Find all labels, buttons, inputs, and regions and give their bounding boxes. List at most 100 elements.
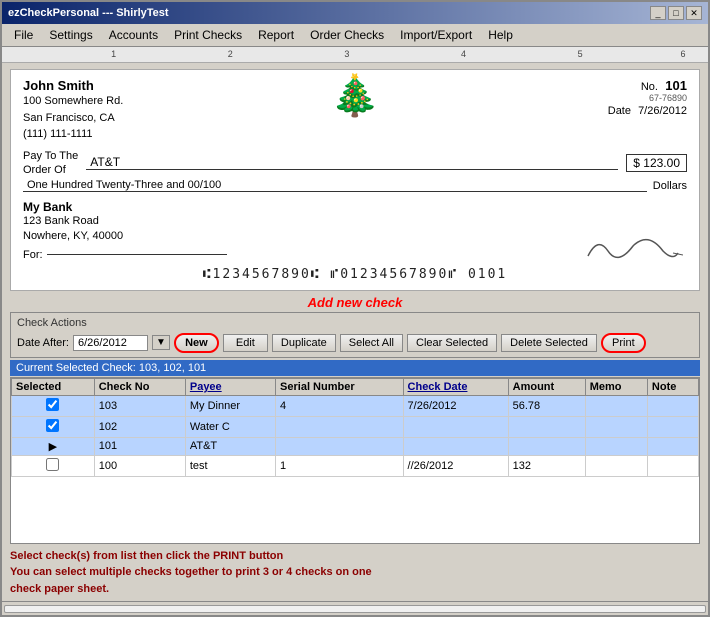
check-display: 🎄 John Smith 100 Somewhere Rd. San Franc… <box>10 69 700 291</box>
check-no-section: No. 101 67-76890 Date 7/26/2012 <box>608 78 687 143</box>
row-check-no: 101 <box>94 437 185 455</box>
row-arrow-cell: ▶ <box>12 437 95 455</box>
clear-selected-button[interactable]: Clear Selected <box>407 334 497 352</box>
row-note <box>647 395 698 416</box>
menu-report[interactable]: Report <box>250 26 302 44</box>
col-payee[interactable]: Payee <box>185 378 275 395</box>
table-row: 103 My Dinner 4 7/26/2012 56.78 <box>12 395 699 416</box>
pay-to-row: Pay To The Order Of AT&T $ 123.00 <box>23 149 687 178</box>
date-dropdown-btn[interactable]: ▼ <box>152 335 170 350</box>
row-note <box>647 416 698 437</box>
row-amount <box>508 437 585 455</box>
menu-help[interactable]: Help <box>480 26 521 44</box>
row-amount: 56.78 <box>508 395 585 416</box>
row-note <box>647 455 698 476</box>
row-memo <box>585 395 647 416</box>
add-new-check-label: Add new check <box>308 295 403 310</box>
check-actions-title: Check Actions <box>17 317 693 329</box>
check-name: John Smith <box>23 78 123 93</box>
row-payee: Water C <box>185 416 275 437</box>
row-date: 7/26/2012 <box>403 395 508 416</box>
check-amount: $ 123.00 <box>626 154 687 172</box>
ruler: 1 2 3 4 5 6 <box>2 47 708 63</box>
row-checkbox[interactable] <box>12 455 95 476</box>
check-address: 100 Somewhere Rd. San Francisco, CA (111… <box>23 93 123 143</box>
row-serial <box>276 437 404 455</box>
row-checkbox[interactable] <box>12 395 95 416</box>
delete-selected-button[interactable]: Delete Selected <box>501 334 597 352</box>
amount-words: One Hundred Twenty-Three and 00/100 <box>23 179 647 192</box>
signature-area <box>583 231 683 272</box>
check-owner: John Smith 100 Somewhere Rd. San Francis… <box>23 78 123 143</box>
row-check-no: 100 <box>94 455 185 476</box>
new-button[interactable]: New <box>174 333 219 353</box>
dollars-label: Dollars <box>653 180 687 192</box>
check-micr-id: 67-76890 <box>608 93 687 103</box>
menu-accounts[interactable]: Accounts <box>101 26 166 44</box>
row-payee: My Dinner <box>185 395 275 416</box>
print-button[interactable]: Print <box>601 333 646 353</box>
payee-line: AT&T <box>86 155 618 170</box>
window-title: ezCheckPersonal --- ShirlyTest <box>8 7 169 19</box>
date-after-input[interactable] <box>73 335 148 351</box>
date-after-label: Date After: <box>17 337 69 349</box>
close-button[interactable]: ✕ <box>686 6 702 20</box>
menu-import-export[interactable]: Import/Export <box>392 26 480 44</box>
checks-table: Selected Check No Payee Serial Number Ch… <box>11 378 699 477</box>
menu-settings[interactable]: Settings <box>41 26 100 44</box>
horizontal-scrollbar[interactable] <box>2 601 708 615</box>
checks-table-wrapper: Selected Check No Payee Serial Number Ch… <box>10 377 700 544</box>
bank-section: My Bank 123 Bank Road Nowhere, KY, 40000… <box>23 200 227 261</box>
restore-button[interactable]: □ <box>668 6 684 20</box>
menu-order-checks[interactable]: Order Checks <box>302 26 392 44</box>
for-line <box>47 254 227 255</box>
check-actions-section: Check Actions Date After: ▼ New Edit Dup… <box>10 312 700 358</box>
row-amount: 132 <box>508 455 585 476</box>
row-serial <box>276 416 404 437</box>
row-checkbox[interactable] <box>12 416 95 437</box>
select-all-button[interactable]: Select All <box>340 334 403 352</box>
row-amount <box>508 416 585 437</box>
check-decoration: 🎄 <box>330 76 380 116</box>
row-memo <box>585 437 647 455</box>
bottom-note: Select check(s) from list then click the… <box>2 544 708 602</box>
for-row: For: <box>23 249 227 261</box>
bank-address: 123 Bank Road Nowhere, KY, 40000 <box>23 214 227 245</box>
title-bar: ezCheckPersonal --- ShirlyTest _ □ ✕ <box>2 2 708 24</box>
col-check-no[interactable]: Check No <box>94 378 185 395</box>
row-payee: test <box>185 455 275 476</box>
col-note[interactable]: Note <box>647 378 698 395</box>
amount-words-row: One Hundred Twenty-Three and 00/100 Doll… <box>23 179 687 192</box>
col-amount[interactable]: Amount <box>508 378 585 395</box>
current-selected-bar: Current Selected Check: 103, 102, 101 <box>10 360 700 376</box>
title-bar-buttons: _ □ ✕ <box>650 6 702 20</box>
scrollbar-track[interactable] <box>4 605 706 613</box>
table-row: 100 test 1 //26/2012 132 <box>12 455 699 476</box>
row-serial: 1 <box>276 455 404 476</box>
row-memo <box>585 455 647 476</box>
col-memo[interactable]: Memo <box>585 378 647 395</box>
check-date-section: Date 7/26/2012 <box>608 105 687 117</box>
main-content: 🎄 John Smith 100 Somewhere Rd. San Franc… <box>2 63 708 615</box>
edit-button[interactable]: Edit <box>223 334 268 352</box>
row-payee: AT&T <box>185 437 275 455</box>
row-memo <box>585 416 647 437</box>
table-row: 102 Water C <box>12 416 699 437</box>
menu-print-checks[interactable]: Print Checks <box>166 26 250 44</box>
duplicate-button[interactable]: Duplicate <box>272 334 336 352</box>
col-date[interactable]: Check Date <box>403 378 508 395</box>
row-check-no: 103 <box>94 395 185 416</box>
actions-row: Date After: ▼ New Edit Duplicate Select … <box>17 333 693 353</box>
row-note <box>647 437 698 455</box>
col-serial[interactable]: Serial Number <box>276 378 404 395</box>
minimize-button[interactable]: _ <box>650 6 666 20</box>
row-date: //26/2012 <box>403 455 508 476</box>
ruler-marks: 1 2 3 4 5 6 <box>22 47 708 62</box>
menu-file[interactable]: File <box>6 26 41 44</box>
col-selected[interactable]: Selected <box>12 378 95 395</box>
row-date <box>403 416 508 437</box>
table-row: ▶ 101 AT&T <box>12 437 699 455</box>
main-window: ezCheckPersonal --- ShirlyTest _ □ ✕ Fil… <box>0 0 710 617</box>
row-serial: 4 <box>276 395 404 416</box>
row-check-no: 102 <box>94 416 185 437</box>
